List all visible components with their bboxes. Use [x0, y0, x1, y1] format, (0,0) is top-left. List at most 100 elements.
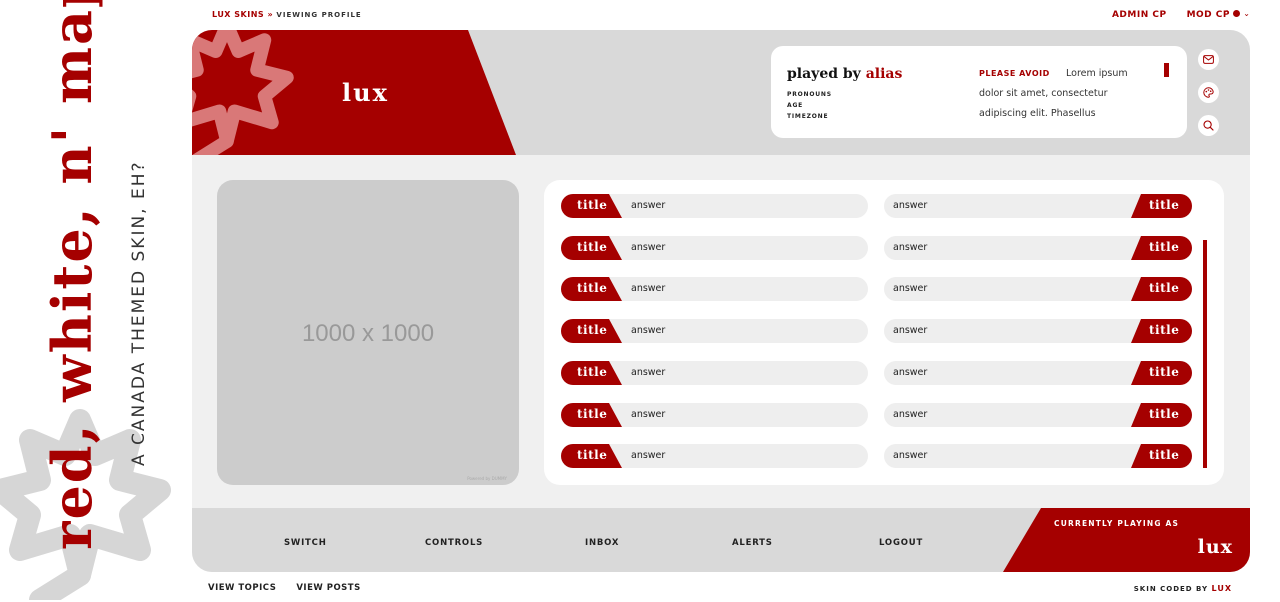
left-field-title-tag: title [561, 277, 622, 301]
nav-switch[interactable]: SWITCH [284, 538, 327, 548]
current-character-banner: CURRENTLY PLAYING AS lux [1003, 508, 1250, 572]
left-field-title: title [577, 448, 608, 462]
left-field-answer: answer [631, 367, 666, 378]
right-field: answer title [884, 319, 1192, 343]
left-field-title: title [577, 365, 608, 379]
breadcrumb-separator: » [267, 10, 274, 19]
right-field-title: title [1149, 323, 1180, 337]
left-field-answer: answer [631, 450, 666, 461]
right-field-title: title [1149, 198, 1180, 212]
right-field-title-tag: title [1131, 277, 1192, 301]
nav-logout[interactable]: LOGOUT [879, 538, 923, 548]
played-by-prefix: played by [787, 66, 861, 82]
left-field-title: title [577, 407, 608, 421]
breadcrumb-current: VIEWING PROFILE [276, 11, 362, 19]
palette-icon[interactable] [1198, 82, 1219, 103]
left-field-answer: answer [631, 325, 666, 336]
credit-prefix: SKIN CODED BY [1133, 585, 1209, 593]
right-field: answer title [884, 444, 1192, 468]
profile-fields-panel: title answer answer title title answer answer t… [544, 180, 1224, 485]
left-field-title-tag: title [561, 194, 622, 218]
avoid-text-line2: dolor sit amet, consectetur [979, 88, 1108, 99]
left-field-answer: answer [631, 409, 666, 420]
nav-controls[interactable]: CONTROLS [425, 538, 483, 548]
right-field-title-tag: title [1131, 403, 1192, 427]
avoid-text-line3: adipiscing elit. Phasellus [979, 108, 1096, 119]
right-field: answer title [884, 194, 1192, 218]
left-field: title answer [561, 319, 868, 343]
image-credit: Powered by DUMMY [467, 476, 507, 481]
skin-credit: SKIN CODED BY LUX [1134, 584, 1232, 593]
timezone-label: TIMEZONE [787, 113, 829, 120]
left-field: title answer [561, 277, 868, 301]
right-field-answer: answer [893, 283, 928, 294]
search-icon[interactable] [1198, 115, 1219, 136]
skin-subtitle: A CANADA THEMED SKIN, EH? [129, 160, 149, 466]
left-field-title: title [577, 323, 608, 337]
profile-card: lux played by alias PRONOUNS AGE TIMEZON… [192, 30, 1250, 572]
right-field-title: title [1149, 407, 1180, 421]
right-field-title: title [1149, 448, 1180, 462]
fields-scrollbar[interactable] [1203, 240, 1207, 468]
left-field-title-tag: title [561, 361, 622, 385]
chevron-down-icon[interactable]: ⌄ [1243, 9, 1250, 18]
currently-playing-label: CURRENTLY PLAYING AS [1054, 519, 1180, 528]
left-field: title answer [561, 444, 868, 468]
right-field-title-tag: title [1131, 236, 1192, 260]
dot-icon[interactable] [1233, 10, 1241, 17]
right-field-answer: answer [893, 242, 928, 253]
header-name-banner: lux [192, 30, 516, 155]
left-field-title-tag: title [561, 319, 622, 343]
right-field: answer title [884, 277, 1192, 301]
image-size-label: 1000 x 1000 [301, 320, 435, 347]
age-label: AGE [787, 102, 804, 109]
view-topics-link[interactable]: VIEW TOPICS [208, 583, 276, 593]
left-field-title-tag: title [561, 236, 622, 260]
right-field-answer: answer [893, 325, 928, 336]
right-field-answer: answer [893, 409, 928, 420]
left-field-answer: answer [631, 200, 666, 211]
pronouns-label: PRONOUNS [787, 91, 832, 98]
mail-icon[interactable] [1198, 49, 1219, 70]
left-field-title: title [577, 281, 608, 295]
right-field-answer: answer [893, 200, 928, 211]
right-field-title-tag: title [1131, 444, 1192, 468]
player-info-box: played by alias PRONOUNS AGE TIMEZONE PL… [771, 46, 1187, 138]
right-field-title: title [1149, 240, 1180, 254]
breadcrumb: LUX SKINS » VIEWING PROFILE [212, 10, 362, 19]
left-field-title: title [577, 240, 608, 254]
footer-nav: SWITCH CONTROLS INBOX ALERTS LOGOUT CURR… [192, 508, 1250, 572]
current-character-name[interactable]: lux [1198, 536, 1233, 558]
nav-alerts[interactable]: ALERTS [732, 538, 773, 548]
right-field-title-tag: title [1131, 194, 1192, 218]
left-field: title answer [561, 403, 868, 427]
breadcrumb-home-link[interactable]: LUX SKINS [212, 10, 264, 19]
profile-name: lux [342, 78, 389, 107]
right-field: answer title [884, 361, 1192, 385]
info-scrollbar[interactable] [1164, 63, 1169, 77]
played-by-alias[interactable]: alias [866, 66, 903, 82]
left-field-title: title [577, 198, 608, 212]
admin-cp-link[interactable]: ADMIN CP [1112, 10, 1167, 20]
nav-inbox[interactable]: INBOX [585, 538, 619, 548]
played-by: played by alias [787, 66, 902, 82]
view-posts-link[interactable]: VIEW POSTS [296, 583, 360, 593]
chevron-up-icon[interactable]: ⌃ [1224, 9, 1231, 18]
top-icon-group: ⌃ ⌄ [1224, 9, 1250, 18]
right-field-answer: answer [893, 450, 928, 461]
left-field: title answer [561, 361, 868, 385]
right-field-answer: answer [893, 367, 928, 378]
bottom-links: VIEW TOPICS VIEW POSTS [208, 583, 361, 593]
right-field-title: title [1149, 365, 1180, 379]
right-field: answer title [884, 236, 1192, 260]
please-avoid-label: PLEASE AVOID [979, 69, 1050, 78]
right-field-title-tag: title [1131, 319, 1192, 343]
left-field-answer: answer [631, 242, 666, 253]
left-field: title answer [561, 236, 868, 260]
profile-image-placeholder: 1000 x 1000 Powered by DUMMY [217, 180, 519, 485]
credit-author-link[interactable]: LUX [1212, 584, 1232, 593]
avoid-text-line1: Lorem ipsum [1066, 68, 1128, 79]
left-field: title answer [561, 194, 868, 218]
left-field-title-tag: title [561, 444, 622, 468]
staff-links: ADMIN CP MOD CP [1112, 10, 1230, 20]
